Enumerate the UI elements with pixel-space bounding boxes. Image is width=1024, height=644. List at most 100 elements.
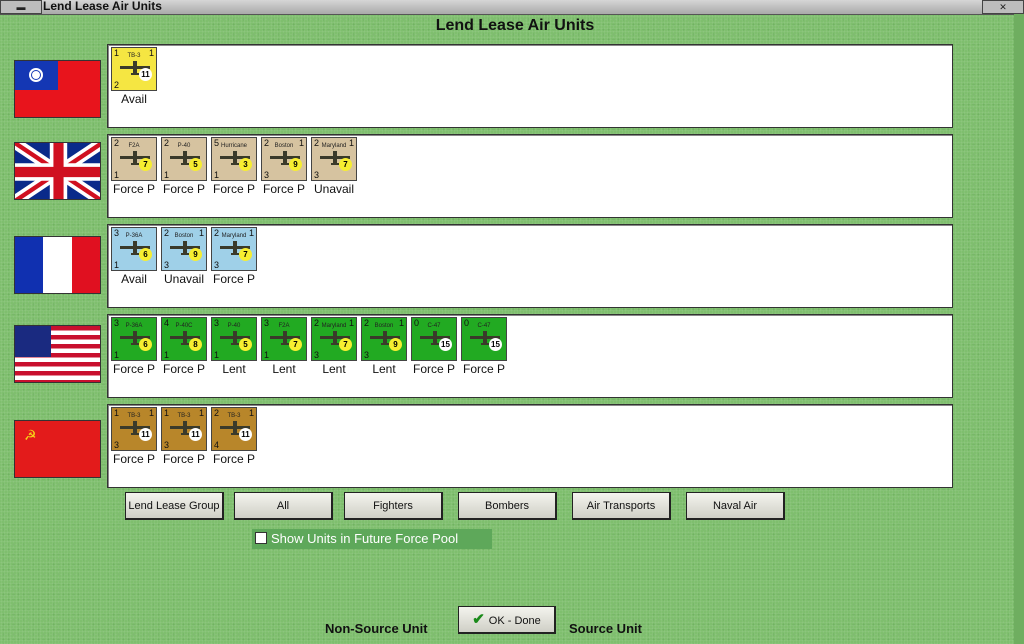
unit-counter[interactable]: 1 1 TB-3 11 2 [111, 47, 157, 91]
unit-status: Unavail [313, 182, 355, 196]
unit-counter[interactable]: 2 1 Boston 9 3 [361, 317, 407, 361]
counter-bottom-left: 3 [264, 170, 270, 180]
aircraft-name: TB-3 [177, 413, 191, 419]
counter-bottom-left: 3 [164, 440, 170, 450]
unit-counter[interactable]: 4 P-40C 8 1 [161, 317, 207, 361]
window-menu-icon[interactable]: ▬ [0, 0, 42, 14]
unit-counter[interactable]: 1 1 TB-3 11 3 [161, 407, 207, 451]
unit-counter[interactable]: 3 F2A 7 1 [261, 317, 307, 361]
unit-counter[interactable]: 5 Hurricane 3 1 [211, 137, 257, 181]
ussr-units-panel: 1 1 TB-3 11 3 Force P 1 1 TB-3 11 3 Force P 2 1 TB-3 11… [107, 404, 953, 488]
window-titlebar: ▬ Lend Lease Air Units ✕ [0, 0, 1024, 15]
counter-badge: 7 [339, 338, 352, 351]
counter-badge: 11 [239, 428, 252, 441]
unit-counter-item[interactable]: 4 P-40C 8 1 Force P [161, 317, 207, 376]
future-pool-checkbox[interactable] [255, 532, 267, 544]
unit-status: Force P [212, 182, 255, 196]
unit-counter-item[interactable]: 1 1 TB-3 11 2 Avail [111, 47, 157, 106]
unit-counter-item[interactable]: 1 1 TB-3 11 3 Force P [161, 407, 207, 466]
unit-counter-item[interactable]: 3 P-36A 6 1 Avail [111, 227, 157, 286]
unit-list: 3 P-36A 6 1 Force P 4 P-40C 8 1 Force P 3 P-40 5 1 Len… [111, 317, 507, 376]
france-units-panel: 3 P-36A 6 1 Avail 2 1 Boston 9 3 Unavail 2 1 Maryland… [107, 224, 953, 308]
bombers-button[interactable]: Bombers [458, 492, 557, 520]
unit-status: Force P [262, 182, 305, 196]
unit-counter[interactable]: 3 P-40 5 1 [211, 317, 257, 361]
aircraft-name: TB-3 [227, 413, 241, 419]
unit-status: Force P [112, 362, 155, 376]
unit-counter-item[interactable]: 3 F2A 7 1 Lent [261, 317, 307, 376]
unit-counter-item[interactable]: 2 1 Maryland 7 3 Unavail [311, 137, 357, 196]
unit-counter-item[interactable]: 2 1 Boston 9 3 Lent [361, 317, 407, 376]
unit-counter-item[interactable]: 2 1 Maryland 7 3 Force P [211, 227, 257, 286]
counter-badge: 11 [139, 68, 152, 81]
unit-counter[interactable]: 2 1 Maryland 7 3 [311, 137, 357, 181]
counter-badge: 9 [289, 158, 302, 171]
counter-bottom-left: 3 [214, 260, 220, 270]
counter-badge: 15 [439, 338, 452, 351]
counter-bottom-left: 1 [214, 170, 220, 180]
unit-status: Force P [162, 362, 205, 376]
unit-counter[interactable]: 2 F2A 7 1 [111, 137, 157, 181]
unit-counter[interactable]: 0 C-47 15 [411, 317, 457, 361]
unit-counter-item[interactable]: 2 1 Boston 9 3 Unavail [161, 227, 207, 286]
unit-counter[interactable]: 0 C-47 15 [461, 317, 507, 361]
unit-counter[interactable]: 3 P-36A 6 1 [111, 317, 157, 361]
unit-counter-item[interactable]: 3 P-40 5 1 Lent [211, 317, 257, 376]
unit-list: 1 1 TB-3 11 2 Avail [111, 47, 157, 106]
close-icon[interactable]: ✕ [982, 0, 1024, 14]
unit-counter[interactable]: 1 1 TB-3 11 3 [111, 407, 157, 451]
counter-bottom-left: 3 [164, 260, 170, 270]
future-pool-toggle[interactable]: Show Units in Future Force Pool [252, 529, 492, 549]
counter-bottom-left: 3 [114, 440, 120, 450]
china-units-panel: 1 1 TB-3 11 2 Avail [107, 44, 953, 128]
counter-bottom-left: 1 [164, 350, 170, 360]
unit-counter-item[interactable]: 5 Hurricane 3 1 Force P [211, 137, 257, 196]
unit-counter-item[interactable]: 2 F2A 7 1 Force P [111, 137, 157, 196]
non-source-legend: Non-Source Unit [325, 621, 428, 636]
unit-status: Lent [222, 362, 246, 376]
naval-air-button[interactable]: Naval Air [686, 492, 785, 520]
lend-lease-group-button[interactable]: Lend Lease Group [125, 492, 224, 520]
aircraft-name: TB-3 [127, 53, 141, 59]
unit-counter-item[interactable]: 1 1 TB-3 11 3 Force P [111, 407, 157, 466]
all-button[interactable]: All [234, 492, 333, 520]
unit-counter[interactable]: 2 1 Maryland 7 3 [311, 317, 357, 361]
aircraft-name: P-36A [125, 233, 143, 239]
unit-status: Force P [162, 452, 205, 466]
counter-badge: 7 [289, 338, 302, 351]
window-title: Lend Lease Air Units [43, 0, 162, 13]
unit-status: Lent [372, 362, 396, 376]
unit-counter-item[interactable]: 2 1 Boston 9 3 Force P [261, 137, 307, 196]
fighters-button[interactable]: Fighters [344, 492, 443, 520]
checkmark-icon: ✔ [472, 611, 485, 628]
aircraft-name: Boston [174, 233, 194, 239]
usa-flag-icon [14, 325, 101, 383]
air-transports-button[interactable]: Air Transports [572, 492, 671, 520]
unit-counter[interactable]: 3 P-36A 6 1 [111, 227, 157, 271]
aircraft-name: TB-3 [127, 413, 141, 419]
counter-bottom-left: 1 [214, 350, 220, 360]
unit-list: 1 1 TB-3 11 3 Force P 1 1 TB-3 11 3 Force P 2 1 TB-3 11… [111, 407, 257, 466]
unit-counter-item[interactable]: 2 1 TB-3 11 4 Force P [211, 407, 257, 466]
unit-counter[interactable]: 2 1 Maryland 7 3 [211, 227, 257, 271]
unit-status: Force P [112, 182, 155, 196]
aircraft-name: P-36A [125, 323, 143, 329]
counter-badge: 8 [189, 338, 202, 351]
counter-badge: 5 [189, 158, 202, 171]
unit-counter-item[interactable]: 2 P-40 5 1 Force P [161, 137, 207, 196]
ok-done-button[interactable]: ✔ OK - Done [458, 606, 556, 634]
unit-counter-item[interactable]: 0 C-47 15 Force P [461, 317, 507, 376]
unit-counter-item[interactable]: 3 P-36A 6 1 Force P [111, 317, 157, 376]
counter-badge: 6 [139, 338, 152, 351]
unit-counter-item[interactable]: 0 C-47 15 Force P [411, 317, 457, 376]
aircraft-name: P-40 [227, 323, 241, 329]
counter-bottom-left: 2 [114, 80, 120, 90]
unit-counter[interactable]: 2 1 TB-3 11 4 [211, 407, 257, 451]
unit-counter-item[interactable]: 2 1 Maryland 7 3 Lent [311, 317, 357, 376]
unit-counter[interactable]: 2 1 Boston 9 3 [261, 137, 307, 181]
unit-counter[interactable]: 2 P-40 5 1 [161, 137, 207, 181]
counter-bottom-left: 3 [314, 350, 320, 360]
aircraft-name: F2A [278, 323, 290, 329]
unit-counter[interactable]: 2 1 Boston 9 3 [161, 227, 207, 271]
unit-status: Lent [322, 362, 346, 376]
